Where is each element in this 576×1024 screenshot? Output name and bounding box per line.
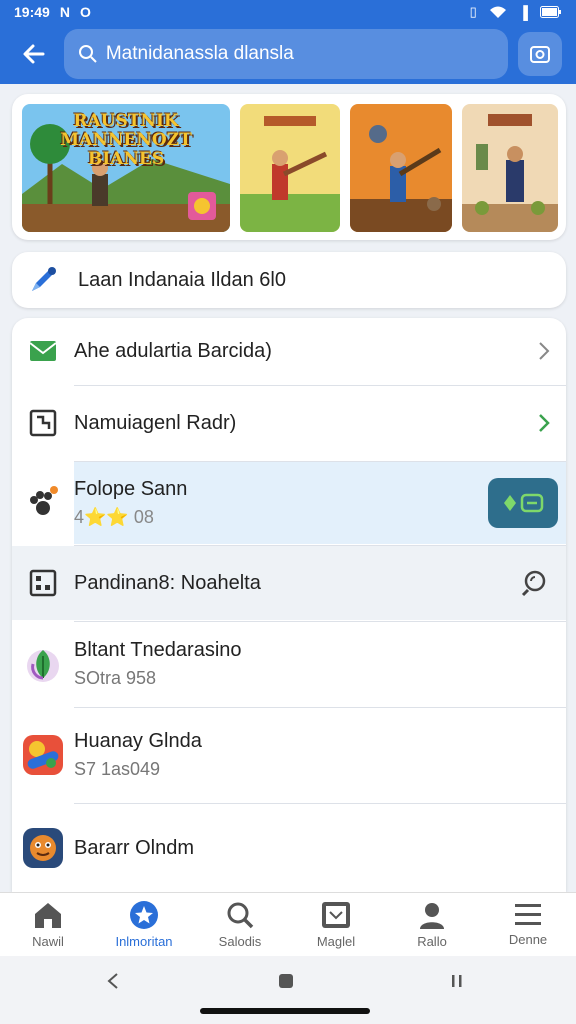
banner-thumbnail-4[interactable] — [462, 104, 558, 232]
bottom-navigation: Nawil Inlmoritan Salodis Maglel Rallo De… — [0, 892, 576, 956]
back-button[interactable] — [14, 34, 54, 74]
search-icon — [78, 45, 97, 63]
wifi-icon — [489, 6, 506, 18]
banner-thumbnail-1[interactable]: RAUSTNIK MANNENOZT BIANES — [22, 104, 230, 232]
system-home-icon[interactable] — [277, 972, 295, 990]
list-item-title: Ahe adulartia Barcida) — [74, 339, 272, 362]
person-icon — [420, 903, 444, 929]
list-item[interactable]: Bararr Olndm — [12, 804, 566, 892]
list-item-highlighted[interactable]: Folope Sann 4⭐⭐ 08 — [12, 462, 566, 544]
rating-text: 4⭐⭐ 08 — [74, 507, 154, 527]
game-app-icon — [23, 735, 63, 775]
list-item-title: Folope Sann — [74, 478, 188, 500]
nav-tab-menu[interactable]: Denne — [480, 893, 576, 956]
grid-icon — [29, 569, 57, 597]
list-item[interactable]: Pandinan8: Noahelta — [12, 546, 566, 620]
nav-label: Inlmoritan — [115, 934, 173, 949]
nav-tab-home[interactable]: Nawil — [0, 893, 96, 956]
gamepad-icon — [504, 493, 544, 513]
nav-tab-featured[interactable]: Inlmoritan — [96, 893, 192, 956]
list-item[interactable]: Namuiagenl Radr) — [12, 386, 566, 460]
list-item-title: Bltant Tnedarasino — [74, 639, 242, 661]
promo-label: Laan Indanaia Ildan 6l0 — [78, 268, 286, 291]
nav-tab-media[interactable]: Maglel — [288, 893, 384, 956]
star-badge-icon — [130, 901, 158, 929]
nav-label: Denne — [508, 932, 548, 947]
status-time: 19:49 — [14, 4, 50, 20]
mail-icon — [29, 341, 57, 361]
nav-label: Salodis — [218, 934, 262, 949]
camera-icon — [530, 46, 551, 63]
signal-icon: ▐ — [518, 4, 528, 20]
screen-icon — [322, 902, 350, 928]
list-item[interactable]: Bltant Tnedarasino SOtra 958 — [12, 622, 566, 706]
search-input[interactable]: Matnidanassla dlansla — [63, 29, 509, 79]
circle-notification-icon: O — [79, 4, 91, 20]
banner-carousel: RAUSTNIK MANNENOZT BIANES — [12, 94, 566, 240]
status-bar: 19:49 N O ▯ ▐ — [0, 0, 576, 24]
vibrate-icon: ▯ — [469, 4, 477, 19]
nav-tab-search[interactable]: Salodis — [192, 893, 288, 956]
n-notification-icon: N — [59, 4, 70, 20]
list-item-title: Huanay Glnda — [74, 730, 202, 752]
nav-label: Rallo — [417, 934, 447, 949]
list-item-subtitle: S7 1as049 — [74, 759, 161, 779]
search-circle-icon — [521, 570, 546, 597]
list-item-subtitle: SOtra 958 — [74, 668, 157, 688]
app-bar: Matnidanassla dlansla — [0, 24, 576, 84]
menu-icon — [515, 904, 541, 925]
settings-list: Ahe adulartia Barcida) Namuiagenl Radr) … — [12, 318, 566, 892]
paw-icon — [30, 486, 58, 515]
search-icon — [227, 902, 254, 929]
banner-thumbnail-2[interactable] — [240, 104, 340, 232]
list-item[interactable]: Ahe adulartia Barcida) — [12, 318, 566, 384]
chevron-right-icon — [539, 414, 550, 432]
nav-label: Nawil — [32, 934, 64, 949]
plant-app-icon — [27, 650, 59, 682]
list-item-title: Pandinan8: Noahelta — [74, 571, 261, 594]
system-back-icon[interactable] — [106, 972, 120, 990]
gesture-home-bar[interactable] — [200, 1008, 370, 1014]
character-app-icon — [23, 828, 63, 868]
system-recents-icon[interactable] — [450, 972, 464, 990]
battery-icon — [540, 6, 561, 18]
pen-icon — [32, 267, 56, 291]
camera-button[interactable] — [518, 32, 562, 76]
list-item-title: Namuiagenl Radr) — [74, 411, 237, 434]
nav-label: Maglel — [316, 934, 356, 949]
puzzle-icon — [29, 409, 57, 437]
game-action-button[interactable] — [488, 478, 558, 528]
search-query: Matnidanassla dlansla — [105, 43, 294, 64]
nav-tab-profile[interactable]: Rallo — [384, 893, 480, 956]
banner-thumbnail-3[interactable] — [350, 104, 452, 232]
chevron-right-icon — [539, 342, 550, 360]
list-item-title: Bararr Olndm — [74, 836, 195, 859]
arrow-left-icon — [23, 44, 45, 64]
home-icon — [35, 903, 61, 928]
banner-title: RAUSTNIK MANNENOZT BIANES — [60, 111, 192, 169]
promo-row[interactable]: Laan Indanaia Ildan 6l0 — [12, 252, 566, 308]
list-item[interactable]: Huanay Glnda S7 1as049 — [12, 708, 566, 802]
system-navigation-bar — [0, 956, 576, 1024]
